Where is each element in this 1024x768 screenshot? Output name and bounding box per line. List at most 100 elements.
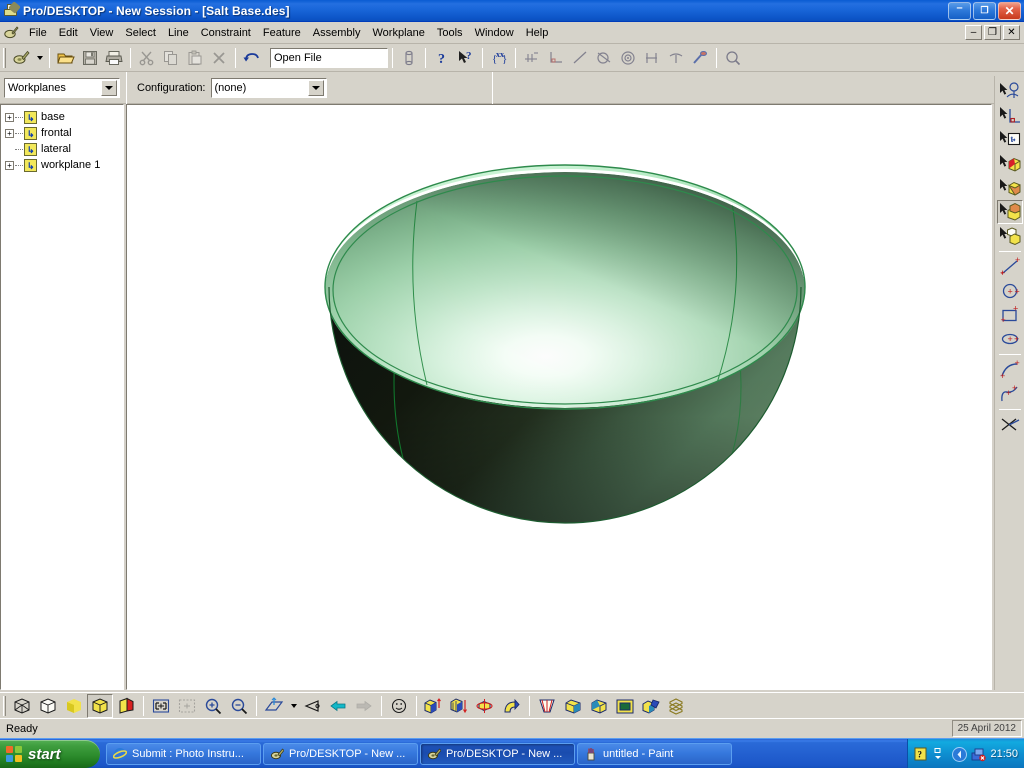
- taskbar-item[interactable]: Pro/DESKTOP - New ...: [420, 742, 575, 765]
- start-button[interactable]: start: [0, 740, 100, 768]
- volume-icon[interactable]: [952, 746, 968, 762]
- expand-toggle-icon[interactable]: +: [5, 112, 14, 122]
- select-workplane-button[interactable]: t: [997, 128, 1023, 152]
- mdi-document-icon[interactable]: [3, 25, 19, 41]
- close-button[interactable]: ✕: [998, 1, 1021, 20]
- zoom-out-button[interactable]: [226, 694, 252, 718]
- configuration-combo[interactable]: (none): [210, 77, 327, 98]
- zoom-selection-button[interactable]: [174, 694, 200, 718]
- eye-view-button[interactable]: [299, 694, 325, 718]
- smiley-view-button[interactable]: [386, 694, 412, 718]
- menu-item-line[interactable]: Line: [162, 25, 195, 41]
- mdi-minimize-button[interactable]: –: [965, 25, 982, 40]
- save-button[interactable]: [78, 46, 102, 69]
- undo-button[interactable]: [240, 46, 264, 69]
- context-help-button[interactable]: ?: [454, 46, 478, 69]
- new-design-dropdown[interactable]: [33, 46, 45, 69]
- toolbar-grip[interactable]: [3, 695, 6, 716]
- expand-toggle-icon[interactable]: +: [5, 160, 14, 170]
- taskbar-item[interactable]: Pro/DESKTOP - New ...: [263, 742, 418, 765]
- draft-button[interactable]: [638, 694, 664, 718]
- menu-item-view[interactable]: View: [84, 25, 120, 41]
- parallel-constraint-button[interactable]: [664, 46, 688, 69]
- angle-constraint-button[interactable]: [544, 46, 568, 69]
- workplane-view-dropdown[interactable]: [287, 694, 299, 718]
- zoom-in-button[interactable]: [200, 694, 226, 718]
- copy-feature-button[interactable]: [664, 694, 690, 718]
- rendered-view-button[interactable]: [113, 694, 139, 718]
- properties-button[interactable]: [397, 46, 421, 69]
- sweep-button[interactable]: [499, 694, 525, 718]
- minimize-button[interactable]: –: [948, 1, 971, 20]
- round-edge-button[interactable]: [560, 694, 586, 718]
- fix-constraint-button[interactable]: [688, 46, 712, 69]
- help-button[interactable]: ?: [430, 46, 454, 69]
- workplane-view-button[interactable]: [261, 694, 287, 718]
- menu-item-help[interactable]: Help: [520, 25, 555, 41]
- revolve-button[interactable]: [473, 694, 499, 718]
- project-button[interactable]: [447, 694, 473, 718]
- menu-item-workplane[interactable]: Workplane: [366, 25, 430, 41]
- mdi-restore-button[interactable]: ❐: [984, 25, 1001, 40]
- menu-item-feature[interactable]: Feature: [257, 25, 307, 41]
- paste-button[interactable]: [183, 46, 207, 69]
- toolbar-grip[interactable]: [3, 47, 6, 68]
- model-viewport[interactable]: [126, 104, 992, 690]
- add-dimension-button[interactable]: [520, 46, 544, 69]
- restore-button[interactable]: ❐: [973, 1, 996, 20]
- workplane-combo[interactable]: Workplanes: [4, 77, 120, 98]
- menu-item-assembly[interactable]: Assembly: [307, 25, 367, 41]
- command-combo[interactable]: Open File: [270, 47, 388, 68]
- chamfer-button[interactable]: [586, 694, 612, 718]
- workplane-combo-arrow[interactable]: [101, 79, 117, 96]
- print-button[interactable]: [102, 46, 126, 69]
- hidden-line-view-button[interactable]: [35, 694, 61, 718]
- next-view-button[interactable]: [351, 694, 377, 718]
- shaded-edges-view-button[interactable]: [87, 693, 113, 718]
- zoom-button[interactable]: [721, 46, 745, 69]
- select-assembly-button[interactable]: [997, 224, 1023, 248]
- mdi-close-button[interactable]: ✕: [1003, 25, 1020, 40]
- open-button[interactable]: [54, 46, 78, 69]
- select-solid-button[interactable]: [996, 200, 1023, 224]
- trim-button[interactable]: [997, 413, 1023, 437]
- concentric-constraint-button[interactable]: [616, 46, 640, 69]
- expand-toggle-icon[interactable]: +: [5, 128, 14, 138]
- workplanes-tree-panel[interactable]: + ↳ base + ↳ frontal ↳ lateral + ↳ workplane 1: [0, 104, 124, 690]
- tree-item[interactable]: + ↳ frontal: [1, 125, 123, 141]
- show-hidden-icons-icon[interactable]: [933, 747, 947, 761]
- draw-rectangle-button[interactable]: + +: [997, 303, 1023, 327]
- menu-item-select[interactable]: Select: [119, 25, 162, 41]
- equal-constraint-button[interactable]: [640, 46, 664, 69]
- tree-item[interactable]: ↳ lateral: [1, 141, 123, 157]
- select-line-button[interactable]: [997, 104, 1023, 128]
- tree-item[interactable]: + ↳ base: [1, 109, 123, 125]
- configuration-combo-arrow[interactable]: [307, 79, 324, 96]
- tangent-constraint-button[interactable]: [592, 46, 616, 69]
- line-constraint-button[interactable]: [568, 46, 592, 69]
- dimension-button[interactable]: { xx }: [487, 46, 511, 69]
- network-error-icon[interactable]: [971, 747, 987, 761]
- extrude-button[interactable]: [421, 694, 447, 718]
- shell-button[interactable]: [612, 694, 638, 718]
- delete-button[interactable]: [207, 46, 231, 69]
- draw-line-button[interactable]: + +: [997, 255, 1023, 279]
- zoom-fit-button[interactable]: [148, 694, 174, 718]
- taskbar-item[interactable]: untitled - Paint: [577, 742, 732, 765]
- loft-button[interactable]: [534, 694, 560, 718]
- help-notice-icon[interactable]: ?: [914, 747, 928, 761]
- menu-item-file[interactable]: File: [23, 25, 53, 41]
- menu-item-window[interactable]: Window: [469, 25, 520, 41]
- draw-circle-button[interactable]: + +: [997, 279, 1023, 303]
- menu-item-edit[interactable]: Edit: [53, 25, 84, 41]
- select-feature-button[interactable]: [997, 80, 1023, 104]
- draw-arc-button[interactable]: + +: [997, 358, 1023, 382]
- previous-view-button[interactable]: [325, 694, 351, 718]
- shaded-view-button[interactable]: [61, 694, 87, 718]
- menu-item-constraint[interactable]: Constraint: [195, 25, 257, 41]
- select-face-button[interactable]: [997, 152, 1023, 176]
- taskbar-item[interactable]: Submit : Photo Instru...: [106, 742, 261, 765]
- new-design-button[interactable]: [9, 46, 33, 69]
- menu-item-tools[interactable]: Tools: [431, 25, 469, 41]
- copy-button[interactable]: [159, 46, 183, 69]
